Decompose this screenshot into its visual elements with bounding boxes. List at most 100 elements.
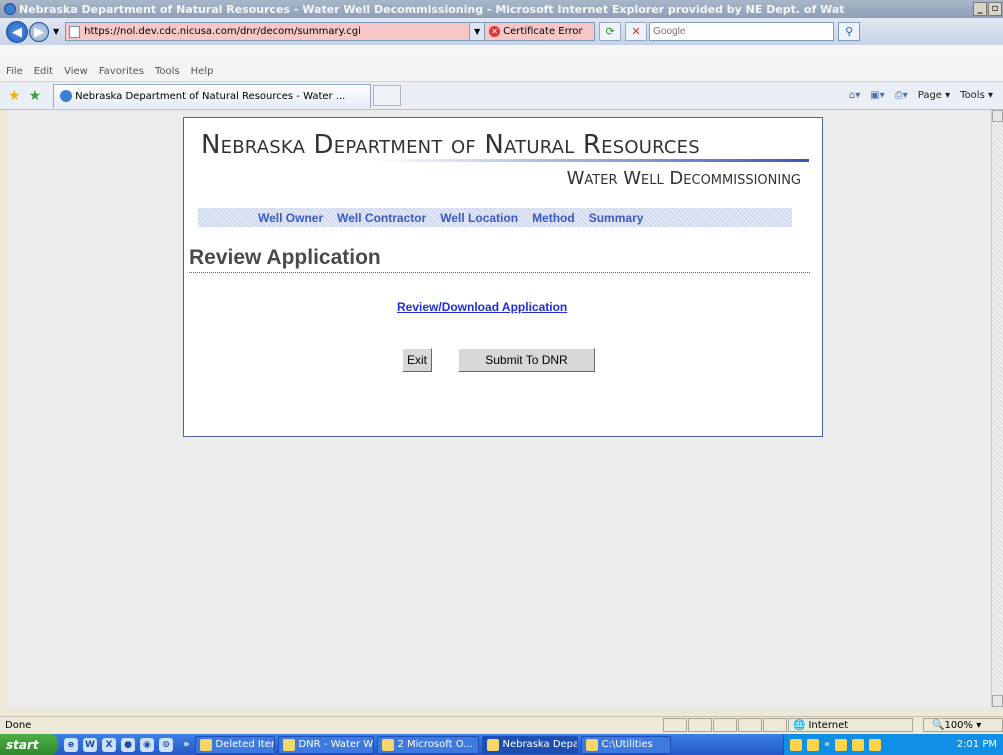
quicklaunch-icon[interactable]: ◉ <box>140 737 154 752</box>
status-cell <box>663 718 687 732</box>
print-icon[interactable]: ⎙▾ <box>895 90 908 101</box>
task-label: C:\Utilities <box>601 739 653 750</box>
clock[interactable]: 2:01 PM <box>957 739 997 750</box>
nav-summary[interactable]: Summary <box>589 211 644 225</box>
tab-label: Nebraska Department of Natural Resources… <box>75 90 346 102</box>
zoom-control[interactable]: 🔍 100% ▾ <box>923 718 1003 732</box>
nav-method[interactable]: Method <box>532 211 575 225</box>
quicklaunch-icon[interactable]: ⊙ <box>159 737 173 752</box>
review-download-link[interactable]: Review/Download Application <box>397 300 567 314</box>
stop-icon[interactable]: ✕ <box>625 22 648 41</box>
menu-help[interactable]: Help <box>191 66 214 77</box>
status-text: Done <box>5 719 32 731</box>
menu-favorites[interactable]: Favorites <box>99 66 144 77</box>
word-quicklaunch-icon[interactable]: W <box>83 737 97 752</box>
task-label: Deleted Items ... <box>215 739 274 750</box>
exit-button[interactable]: Exit <box>402 348 432 372</box>
menu-file[interactable]: File <box>6 66 23 77</box>
page-icon <box>69 25 81 38</box>
scroll-up-button[interactable] <box>992 110 1003 122</box>
nav-well-contractor[interactable]: Well Contractor <box>337 211 426 225</box>
page-menu-button[interactable]: Page ▾ <box>918 90 950 101</box>
page-title: Review Application <box>189 246 810 273</box>
certificate-error-label: Certificate Error <box>503 26 583 37</box>
chevron-down-icon: ▾ <box>973 719 982 731</box>
task-deleted-items[interactable]: Deleted Items ... <box>195 735 276 754</box>
agency-title: Nebraska Department of Natural Resources <box>201 130 700 160</box>
tab-bar: ★ ★ Nebraska Department of Natural Resou… <box>0 82 1003 110</box>
window-title: Nebraska Department of Natural Resources… <box>19 2 845 16</box>
status-cell <box>688 718 712 732</box>
favorites-star-icon[interactable]: ★ <box>8 88 21 104</box>
help-tray-icon[interactable] <box>790 738 802 751</box>
application-panel: Nebraska Department of Natural Resources… <box>183 117 823 437</box>
task-label: Nebraska Depa... <box>502 739 577 750</box>
menu-edit[interactable]: Edit <box>34 66 53 77</box>
feeds-icon[interactable]: ▣▾ <box>870 90 884 101</box>
window-title-bar: Nebraska Department of Natural Resources… <box>0 0 1003 18</box>
outlook-icon <box>200 738 213 751</box>
task-microsoft-office[interactable]: 2 Microsoft O... <box>377 735 480 754</box>
task-nebraska-dept[interactable]: Nebraska Depa... <box>482 735 579 754</box>
title-underline <box>372 159 809 162</box>
history-dropdown-icon[interactable]: ▼ <box>53 27 59 36</box>
maximize-button[interactable]: ▫ <box>988 2 1002 16</box>
search-icon[interactable]: ⚲ <box>838 22 861 41</box>
folder-icon <box>586 738 599 751</box>
quicklaunch-icon[interactable]: ● <box>121 737 135 752</box>
excel-quicklaunch-icon[interactable]: X <box>102 737 116 752</box>
task-label: 2 Microsoft O... <box>397 739 473 750</box>
tools-menu-button[interactable]: Tools ▾ <box>960 90 993 101</box>
search-input[interactable] <box>649 22 835 41</box>
back-button[interactable]: ◀ <box>6 20 28 43</box>
tray-icon[interactable] <box>807 738 819 751</box>
error-icon: ✕ <box>489 26 501 37</box>
address-bar[interactable]: https://nol.dev.cdc.nicusa.com/dnr/decom… <box>65 22 486 41</box>
status-cell <box>763 718 787 732</box>
page-menu-label: Page <box>917 90 942 101</box>
task-label: DNR - Water W... <box>298 739 375 750</box>
vertical-scrollbar[interactable] <box>991 110 1003 707</box>
certificate-error-button[interactable]: ✕ Certificate Error <box>485 22 596 41</box>
new-tab-button[interactable] <box>373 85 402 106</box>
scroll-down-button[interactable] <box>992 695 1003 707</box>
tray-icon[interactable] <box>852 738 865 751</box>
minimize-button[interactable]: _ <box>973 2 987 16</box>
url-text[interactable]: https://nol.dev.cdc.nicusa.com/dnr/decom… <box>84 26 361 37</box>
menu-view[interactable]: View <box>64 66 88 77</box>
security-zone[interactable]: 🌐 Internet <box>788 718 913 732</box>
ie-icon <box>487 738 500 751</box>
mail-icon <box>283 738 296 751</box>
start-label: start <box>6 737 39 752</box>
nav-well-owner[interactable]: Well Owner <box>258 211 323 225</box>
task-utilities[interactable]: C:\Utilities <box>581 735 672 754</box>
chevron-down-icon[interactable]: ▼ <box>469 23 485 40</box>
task-dnr-water[interactable]: DNR - Water W... <box>278 735 375 754</box>
status-bar: Done 🌐 Internet 🔍 100% ▾ <box>0 716 1003 733</box>
tray-icon[interactable] <box>835 738 848 751</box>
ie-quicklaunch-icon[interactable]: e <box>64 737 78 752</box>
tray-icon[interactable] <box>869 738 882 751</box>
zoom-level: 100% <box>944 719 974 731</box>
step-navigation: Well Owner Well Contractor Well Location… <box>198 208 792 227</box>
more-icon[interactable]: » <box>183 739 189 750</box>
ie-icon <box>4 3 16 15</box>
add-favorites-icon[interactable]: ★ <box>29 88 42 104</box>
tab-nebraska-dnr[interactable]: Nebraska Department of Natural Resources… <box>53 83 372 108</box>
address-toolbar: ◀ ▶ ▼ https://nol.dev.cdc.nicusa.com/dnr… <box>0 18 1003 45</box>
menu-tools[interactable]: Tools <box>155 66 180 77</box>
chevron-left-icon[interactable]: « <box>824 739 830 750</box>
status-cell <box>738 718 762 732</box>
menu-bar: File Edit View Favorites Tools Help <box>0 62 1003 82</box>
word-icon <box>382 738 395 751</box>
refresh-icon[interactable]: ⟳ <box>599 22 622 41</box>
submit-to-dnr-button[interactable]: Submit To DNR <box>458 348 595 372</box>
globe-icon: 🌐 <box>793 719 806 731</box>
status-cell <box>713 718 737 732</box>
home-icon[interactable]: ⌂▾ <box>849 90 860 101</box>
windows-taskbar: start e W X ● ◉ ⊙ » Deleted Items ... DN… <box>0 734 1003 755</box>
nav-well-location[interactable]: Well Location <box>440 211 518 225</box>
forward-button[interactable]: ▶ <box>29 21 49 42</box>
start-button[interactable]: start <box>0 734 58 755</box>
tools-menu-label: Tools <box>960 90 985 101</box>
